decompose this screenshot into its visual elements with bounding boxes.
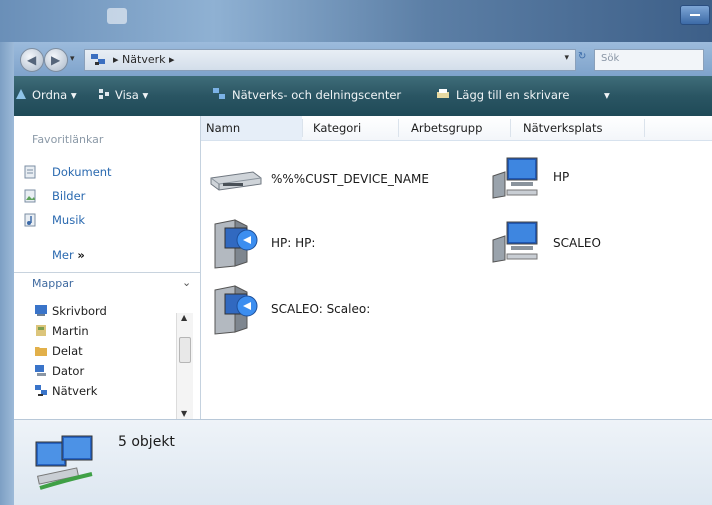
toolbar-more-icon[interactable]: ▾: [604, 88, 610, 102]
music-icon: [24, 213, 36, 227]
sidebar-item-music[interactable]: Musik: [52, 213, 85, 227]
breadcrumb[interactable]: ▸ Nätverk ▸: [113, 53, 175, 66]
item-label: SCALEO: [553, 236, 601, 250]
more-chevron-icon: »: [77, 248, 85, 262]
sidebar-item-pictures[interactable]: Bilder: [52, 189, 85, 203]
organize-button[interactable]: Ordna ▾: [32, 88, 77, 102]
window-frame-left: [0, 42, 14, 505]
column-divider[interactable]: [398, 119, 399, 137]
scroll-up-icon[interactable]: ▲: [181, 313, 187, 322]
explorer-window: ◀ ▶ ▾ ▸ Nätverk ▸ ▾ ↻ Sök Ordna ▾ Visa ▾…: [0, 0, 712, 505]
documents-icon: [24, 165, 36, 179]
navigation-pane: Favoritlänkar Dokument Bilder Musik Mer …: [14, 116, 201, 421]
list-item[interactable]: SCALEO: Scaleo:: [207, 282, 427, 338]
command-bar: Ordna ▾ Visa ▾ Nätverks- och delningscen…: [0, 76, 712, 116]
address-row: ◀ ▶ ▾ ▸ Nätverk ▸ ▾ ↻ Sök: [0, 42, 712, 76]
add-printer-button[interactable]: Lägg till en skrivare: [456, 88, 569, 102]
more-label: Mer: [52, 248, 74, 262]
forward-arrow-icon: ▶: [51, 53, 61, 67]
tree-item-network[interactable]: Nätverk: [52, 384, 97, 398]
views-icon: [99, 89, 109, 99]
recent-pages-dropdown[interactable]: ▾: [70, 54, 75, 64]
folders-scrollbar[interactable]: ▲ ▼: [176, 313, 193, 421]
folders-title[interactable]: Mappar: [32, 277, 73, 290]
back-button[interactable]: ◀: [20, 48, 44, 72]
item-label: HP: HP:: [271, 236, 316, 250]
list-item[interactable]: HP: HP:: [207, 216, 407, 272]
column-divider[interactable]: [510, 119, 511, 137]
address-dropdown-icon[interactable]: ▾: [564, 53, 569, 63]
title-bar[interactable]: [0, 0, 712, 42]
file-list: Namn Kategori Arbetsgrupp Nätverksplats …: [201, 116, 712, 419]
window-icon: [107, 8, 127, 24]
search-input[interactable]: Sök: [594, 49, 704, 71]
item-label: HP: [553, 170, 570, 184]
network-device-icon: [210, 171, 262, 191]
tree-item-computer[interactable]: Dator: [52, 364, 84, 378]
views-button[interactable]: Visa ▾: [115, 88, 148, 102]
network-computers-icon: [35, 435, 93, 490]
tree-item-desktop[interactable]: Skrivbord: [52, 304, 107, 318]
column-category[interactable]: Kategori: [313, 121, 361, 135]
column-header-row: Namn Kategori Arbetsgrupp Nätverksplats: [201, 116, 712, 141]
more-link[interactable]: Mer »: [52, 248, 85, 262]
media-server-icon: [214, 219, 258, 269]
list-item[interactable]: SCALEO: [491, 220, 671, 266]
list-item[interactable]: HP: [491, 156, 671, 202]
item-count: 5 objekt: [118, 434, 175, 450]
network-icon: [35, 385, 47, 396]
tree-item-martin[interactable]: Martin: [52, 324, 89, 338]
shared-folder-icon: [35, 347, 47, 356]
forward-button[interactable]: ▶: [44, 48, 68, 72]
scroll-down-icon[interactable]: ▼: [181, 409, 187, 418]
sidebar-item-documents[interactable]: Dokument: [52, 165, 112, 179]
organize-icon: [16, 89, 26, 99]
computer-icon: [492, 221, 538, 263]
list-item[interactable]: %%%CUST_DEVICE_NAME: [207, 160, 467, 200]
search-placeholder: Sök: [601, 53, 620, 64]
user-folder-icon: [36, 325, 46, 336]
minimize-icon: [690, 14, 700, 16]
breadcrumb-network[interactable]: Nätverk: [122, 53, 165, 66]
details-pane: 5 objekt: [14, 419, 712, 505]
favorites-title: Favoritlänkar: [32, 133, 104, 146]
column-network-location[interactable]: Nätverksplats: [523, 121, 602, 135]
tree-item-shared[interactable]: Delat: [52, 344, 83, 358]
chevron-down-icon[interactable]: ⌄: [182, 276, 191, 289]
item-label: %%%CUST_DEVICE_NAME: [271, 172, 429, 186]
desktop-icon: [35, 305, 47, 316]
computer-icon: [492, 157, 538, 199]
add-printer-icon: [437, 89, 449, 98]
back-arrow-icon: ◀: [27, 53, 37, 67]
pictures-icon: [24, 189, 36, 203]
media-server-icon: [214, 285, 258, 335]
folders-section: Mappar ⌄ Skrivbord Martin Delat Dator Nä…: [14, 272, 200, 421]
organize-label: Ordna: [32, 88, 68, 102]
scroll-thumb[interactable]: [179, 337, 191, 363]
column-workgroup[interactable]: Arbetsgrupp: [411, 121, 482, 135]
network-icon: [91, 54, 105, 65]
address-bar[interactable]: ▸ Nätverk ▸ ▾: [84, 49, 576, 71]
network-sharing-center-button[interactable]: Nätverks- och delningscenter: [232, 88, 401, 102]
column-name[interactable]: Namn: [201, 116, 302, 140]
network-sharing-icon: [213, 88, 225, 99]
column-divider[interactable]: [644, 119, 645, 137]
views-label: Visa: [115, 88, 139, 102]
computer-icon: [35, 365, 46, 376]
column-divider[interactable]: [302, 119, 303, 137]
item-label: SCALEO: Scaleo:: [271, 302, 371, 316]
minimize-button[interactable]: [680, 5, 710, 25]
refresh-icon[interactable]: ↻: [578, 51, 586, 62]
